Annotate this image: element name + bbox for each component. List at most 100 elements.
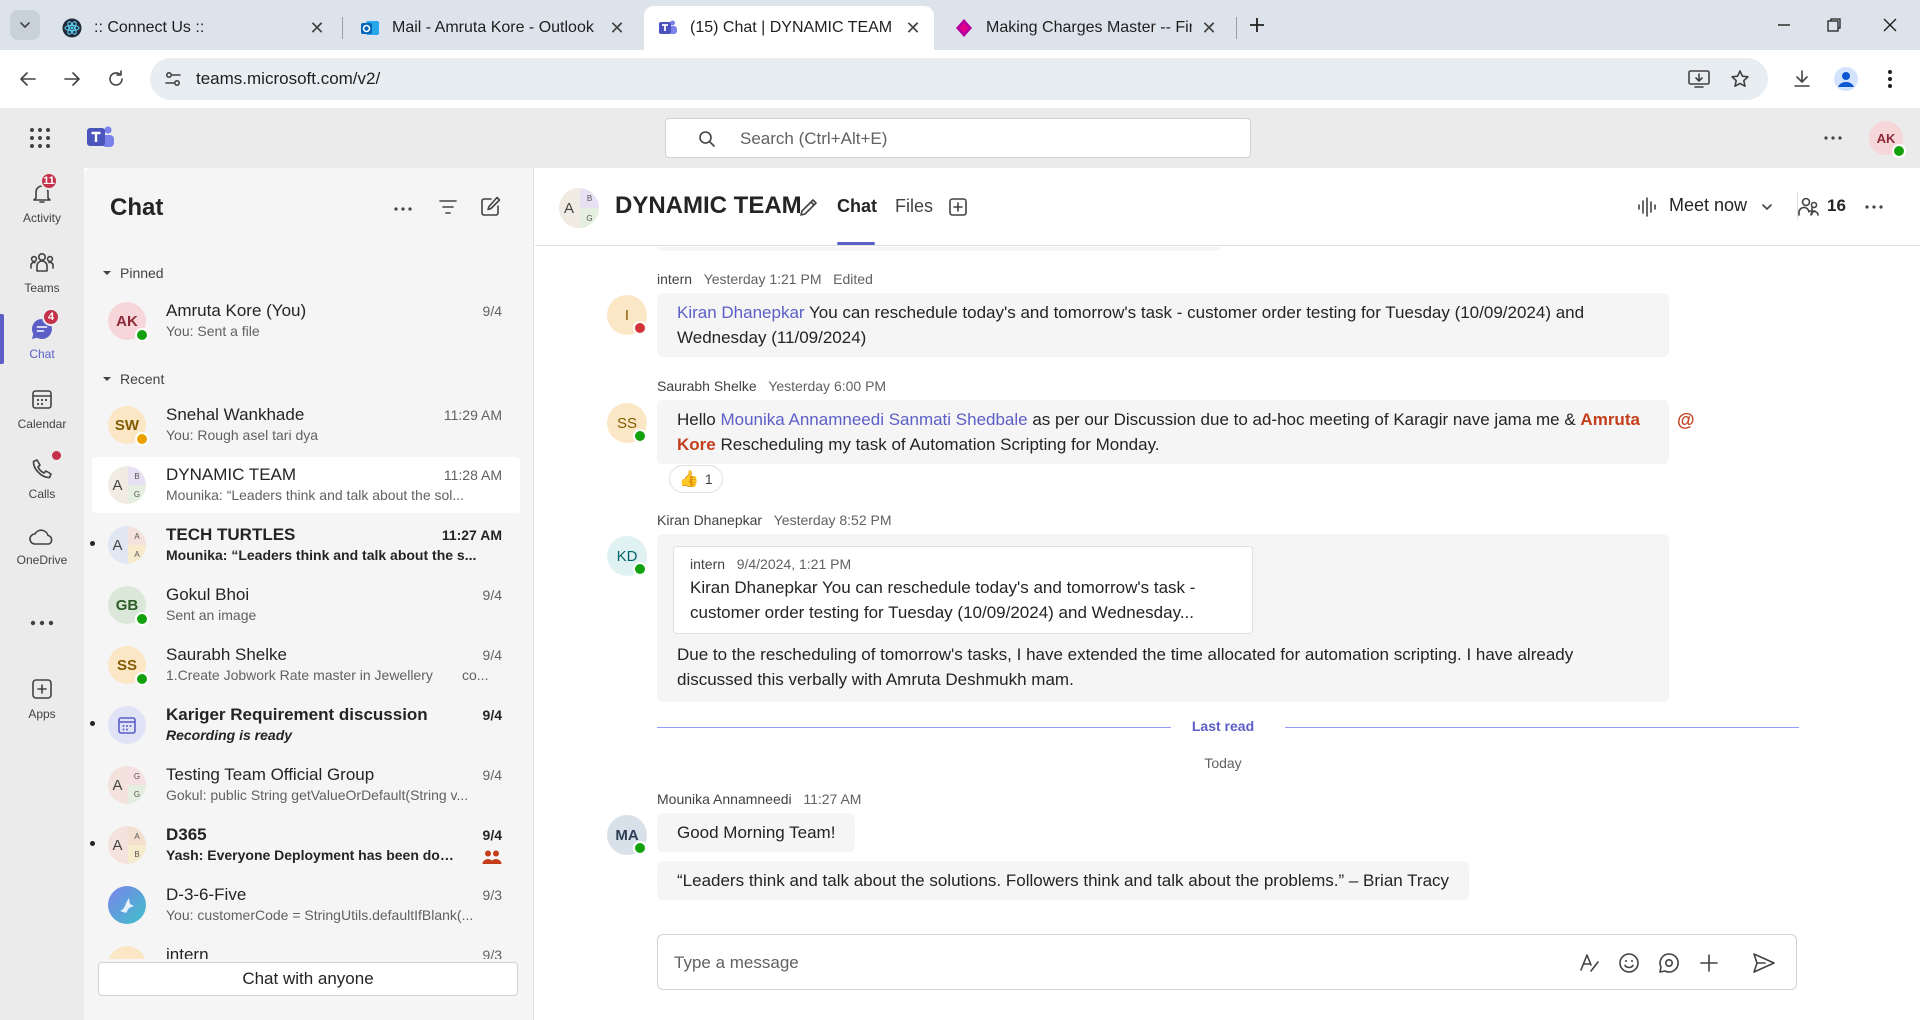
reload-button[interactable] bbox=[100, 63, 132, 95]
chat-time: 9/4 bbox=[482, 827, 502, 843]
meet-now-button[interactable]: Meet now bbox=[1669, 195, 1747, 216]
close-tab-icon[interactable]: ✕ bbox=[1200, 18, 1218, 39]
filter-button[interactable] bbox=[438, 198, 458, 216]
message-list[interactable]: I intern Yesterday 1:21 PM Edited Kiran … bbox=[535, 247, 1920, 917]
restore-window-button[interactable] bbox=[1814, 10, 1854, 40]
chat-row-intern[interactable]: intern 9/3 bbox=[92, 937, 520, 959]
avatar-initials: AK bbox=[116, 312, 138, 330]
message-bubble[interactable]: Hello Mounika Annamneedi Sanmati Shedbal… bbox=[657, 400, 1669, 464]
close-tab-icon[interactable]: ✕ bbox=[608, 18, 626, 39]
group-avatar: A A B bbox=[108, 826, 146, 864]
close-window-button[interactable] bbox=[1870, 10, 1910, 40]
send-icon[interactable] bbox=[1752, 952, 1776, 974]
user-avatar[interactable]: AK bbox=[1869, 121, 1906, 158]
back-button[interactable] bbox=[12, 63, 44, 95]
chat-badge: 4 bbox=[42, 308, 60, 326]
reaction-pill[interactable]: 👍 1 bbox=[669, 465, 723, 493]
presence-available-icon bbox=[1892, 144, 1906, 158]
browser-tab-outlook[interactable]: Mail - Amruta Kore - Outlook ✕ bbox=[346, 6, 638, 50]
app-launcher-button[interactable] bbox=[28, 126, 52, 150]
chat-row-kariger-requirement[interactable]: Kariger Requirement discussion Recording… bbox=[90, 697, 520, 753]
chat-row-saurabh-shelke[interactable]: SS Saurabh Shelke 1.Create Jobwork Rate … bbox=[92, 637, 520, 693]
message-composer[interactable]: Type a message bbox=[657, 934, 1797, 990]
chat-with-anyone-button[interactable]: Chat with anyone bbox=[98, 962, 518, 996]
browser-tab-making-charges[interactable]: Making Charges Master -- Finar ✕ bbox=[940, 6, 1230, 50]
chat-row-amruta-kore[interactable]: AK Amruta Kore (You) You: Sent a file 9/… bbox=[92, 293, 520, 349]
reload-icon bbox=[109, 70, 123, 86]
mention[interactable]: Mounika Annamneedi Sanmati Shedbale bbox=[720, 410, 1027, 429]
participant-count[interactable]: 16 bbox=[1827, 196, 1846, 216]
tab-files[interactable]: Files bbox=[895, 196, 933, 217]
message-avatar[interactable]: SS bbox=[607, 403, 647, 443]
chat-row-dynamic-team[interactable]: A B G DYNAMIC TEAM Mounika: “Leaders thi… bbox=[92, 457, 520, 513]
rail-item-activity[interactable]: 11 Activity bbox=[0, 170, 84, 236]
tab-chat[interactable]: Chat bbox=[837, 196, 877, 217]
chat-row-snehal-wankhade[interactable]: SW Snehal Wankhade You: Rough asel tari … bbox=[92, 397, 520, 453]
quoted-reply[interactable]: intern 9/4/2024, 1:21 PM Kiran Dhanepkar… bbox=[673, 546, 1253, 634]
chat-name: Gokul Bhoi bbox=[166, 585, 250, 604]
chat-row-d-3-6-five[interactable]: D-3-6-Five You: customerCode = StringUti… bbox=[92, 877, 520, 933]
browser-menu-button[interactable] bbox=[1874, 63, 1906, 95]
new-chat-button[interactable] bbox=[480, 195, 502, 217]
forward-button[interactable] bbox=[56, 63, 88, 95]
rail-item-calls[interactable]: Calls bbox=[0, 446, 84, 512]
url-text: teams.microsoft.com/v2/ bbox=[196, 69, 381, 88]
participants-icon[interactable] bbox=[1797, 196, 1821, 218]
group-avatar-letter: A bbox=[128, 545, 146, 563]
chat-time: 9/4 bbox=[482, 587, 502, 603]
compose-icon bbox=[481, 196, 501, 216]
minimize-window-button[interactable] bbox=[1764, 10, 1804, 40]
rail-item-chat[interactable]: 4 Chat bbox=[0, 306, 84, 372]
message-avatar[interactable]: I bbox=[607, 295, 647, 335]
add-tab-icon[interactable] bbox=[948, 197, 968, 217]
power-apps-diamond-icon bbox=[956, 19, 972, 37]
mention[interactable]: Kiran Dhanepkar bbox=[677, 303, 805, 322]
chat-row-tech-turtles[interactable]: A A A TECH TURTLES Mounika: “Leaders thi… bbox=[90, 517, 520, 573]
edit-pencil-icon[interactable] bbox=[798, 196, 820, 218]
section-recent[interactable]: Recent bbox=[102, 371, 164, 387]
group-mention-icon bbox=[482, 850, 502, 864]
chat-list-more-button[interactable] bbox=[394, 202, 416, 216]
message-bubble[interactable]: Kiran Dhanepkar You can reschedule today… bbox=[657, 293, 1669, 357]
message-avatar[interactable]: MA bbox=[607, 815, 647, 855]
section-pinned[interactable]: Pinned bbox=[102, 265, 164, 281]
new-tab-button[interactable] bbox=[1244, 12, 1270, 38]
settings-more-button[interactable] bbox=[1820, 126, 1846, 150]
message-bubble[interactable]: intern 9/4/2024, 1:21 PM Kiran Dhanepkar… bbox=[657, 534, 1669, 702]
loop-component-icon[interactable] bbox=[1658, 952, 1680, 974]
more-horizontal-icon[interactable] bbox=[1865, 205, 1883, 209]
browser-tab-connect-us[interactable]: :: Connect Us :: ✕ bbox=[48, 6, 338, 50]
rail-item-teams[interactable]: Teams bbox=[0, 240, 84, 306]
chat-row-d365[interactable]: A A B D365 Yash: Everyone Deployment has… bbox=[90, 817, 520, 873]
chat-row-testing-team[interactable]: A G G Testing Team Official Group Gokul:… bbox=[92, 757, 520, 813]
close-tab-icon[interactable]: ✕ bbox=[308, 18, 326, 39]
site-settings-icon[interactable] bbox=[164, 70, 182, 88]
rail-item-onedrive[interactable]: OneDrive bbox=[0, 514, 84, 580]
message-avatar[interactable]: KD bbox=[607, 536, 647, 576]
install-app-icon[interactable] bbox=[1688, 69, 1710, 89]
avatar-initials: GB bbox=[115, 596, 139, 614]
bookmark-star-icon[interactable] bbox=[1730, 69, 1750, 89]
browser-tab-teams-chat[interactable]: (15) Chat | DYNAMIC TEAM | Mi ✕ bbox=[644, 6, 934, 50]
search-box[interactable]: Search (Ctrl+Alt+E) bbox=[665, 118, 1251, 158]
waffle-grid-icon bbox=[30, 128, 50, 148]
chat-name: TECH TURTLES bbox=[166, 525, 296, 544]
address-bar[interactable]: teams.microsoft.com/v2/ bbox=[150, 58, 1768, 100]
close-tab-icon[interactable]: ✕ bbox=[904, 18, 922, 39]
group-avatar-letter: B bbox=[128, 467, 146, 485]
profile-button[interactable] bbox=[1830, 63, 1862, 95]
message-bubble[interactable]: “Leaders think and talk about the soluti… bbox=[657, 861, 1470, 900]
message-time: 11:27 AM bbox=[803, 791, 862, 807]
chat-row-gokul-bhoi[interactable]: GB Gokul Bhoi Sent an image 9/4 bbox=[92, 577, 520, 633]
message-bubble[interactable]: Good Morning Team! bbox=[657, 813, 856, 852]
rail-item-calendar[interactable]: Calendar bbox=[0, 376, 84, 442]
plus-icon[interactable] bbox=[1698, 952, 1720, 974]
emoji-icon[interactable] bbox=[1618, 952, 1640, 974]
downloads-button[interactable] bbox=[1786, 63, 1818, 95]
message-text: “Leaders think and talk about the soluti… bbox=[677, 871, 1450, 890]
chevron-down-icon[interactable] bbox=[1761, 202, 1773, 212]
format-text-icon[interactable] bbox=[1578, 952, 1600, 974]
rail-more-apps-button[interactable] bbox=[30, 620, 54, 626]
rail-item-apps[interactable]: Apps bbox=[0, 666, 84, 732]
tab-search-button[interactable] bbox=[10, 10, 40, 40]
